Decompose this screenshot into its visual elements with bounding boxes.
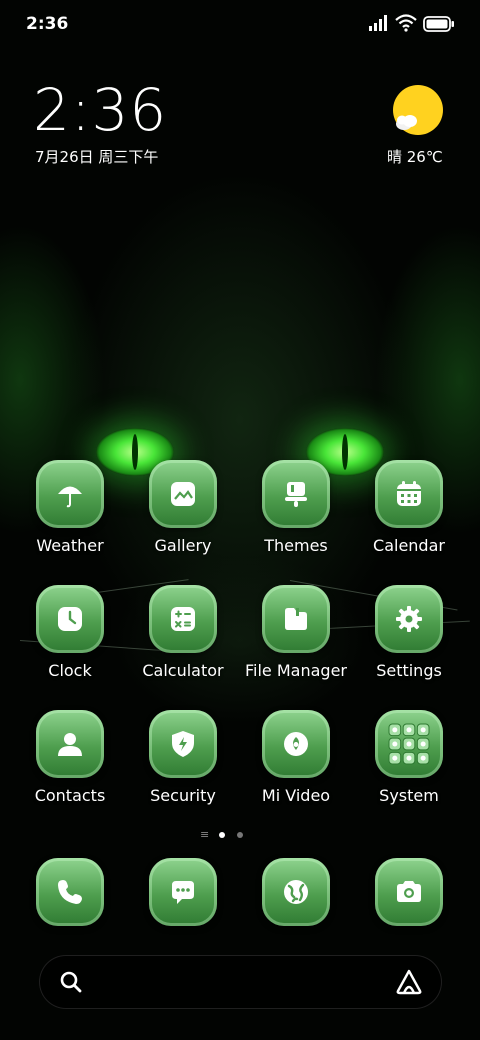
page-indicator[interactable]: ≡ <box>200 828 280 842</box>
app-label: Settings <box>376 661 442 680</box>
dock-phone[interactable] <box>14 858 126 968</box>
app-contacts[interactable]: Contacts <box>14 710 126 820</box>
clock-icon <box>58 607 82 631</box>
page-dot-active[interactable] <box>219 832 225 838</box>
app-icon-settings[interactable] <box>375 585 443 653</box>
status-bar: 2:36 <box>0 0 480 50</box>
app-mi-video[interactable]: Mi Video <box>240 710 352 820</box>
person-icon <box>58 733 82 756</box>
app-icon-gallery[interactable] <box>149 460 217 528</box>
home-screen: 2:36 2:36 7月26日 周三下午 晴 26℃ Weather Galle… <box>0 0 480 1040</box>
app-icon-themes[interactable] <box>262 460 330 528</box>
calculator-icon <box>171 607 195 631</box>
app-icon-system-folder[interactable] <box>375 710 443 778</box>
page-list-icon: ≡ <box>200 828 210 841</box>
battery-icon <box>423 16 454 32</box>
umbrella-icon <box>58 486 82 508</box>
search-icon[interactable] <box>59 970 83 994</box>
app-file-manager[interactable]: File Manager <box>240 585 352 695</box>
app-folder-system[interactable]: System <box>353 710 465 820</box>
sunny-icon <box>393 85 443 135</box>
message-icon <box>172 881 194 904</box>
brush-icon <box>285 482 307 507</box>
dock-messages[interactable] <box>127 858 239 968</box>
app-calendar[interactable]: Calendar <box>353 460 465 570</box>
shield-icon <box>172 731 194 757</box>
weather-condition-temp: 晴 26℃ <box>387 148 443 166</box>
assistant-icon[interactable] <box>395 968 423 996</box>
app-icon-camera[interactable] <box>375 858 443 926</box>
play-icon <box>284 732 308 756</box>
camera-icon <box>397 881 421 902</box>
app-icon-contacts[interactable] <box>36 710 104 778</box>
app-themes[interactable]: Themes <box>240 460 352 570</box>
status-time: 2:36 <box>26 14 69 34</box>
folder-grid-icon <box>388 723 430 765</box>
gear-icon <box>396 606 422 632</box>
image-icon <box>171 482 195 506</box>
app-icon-security[interactable] <box>149 710 217 778</box>
folder-icon <box>285 608 307 630</box>
clock-time: 2:36 <box>33 76 168 144</box>
phone-icon <box>58 880 82 904</box>
browser-icon <box>284 880 308 904</box>
dock-browser[interactable] <box>240 858 352 968</box>
page-dot[interactable] <box>237 832 243 838</box>
search-bar[interactable] <box>39 955 442 1009</box>
app-label: System <box>379 786 439 805</box>
app-settings[interactable]: Settings <box>353 585 465 695</box>
app-icon-mi-video[interactable] <box>262 710 330 778</box>
signal-icon <box>369 15 387 31</box>
app-clock[interactable]: Clock <box>14 585 126 695</box>
app-gallery[interactable]: Gallery <box>127 460 239 570</box>
app-icon-calculator[interactable] <box>149 585 217 653</box>
calendar-icon <box>397 481 421 506</box>
dock-camera[interactable] <box>353 858 465 968</box>
app-icon-clock[interactable] <box>36 585 104 653</box>
wifi-icon <box>395 14 417 32</box>
clock-date: 7月26日 周三下午 <box>35 148 159 166</box>
app-label: Calendar <box>373 536 445 555</box>
app-icon-browser[interactable] <box>262 858 330 926</box>
app-calculator[interactable]: Calculator <box>127 585 239 695</box>
app-icon-file-manager[interactable] <box>262 585 330 653</box>
app-icon-weather[interactable] <box>36 460 104 528</box>
app-icon-phone[interactable] <box>36 858 104 926</box>
app-weather[interactable]: Weather <box>14 460 126 570</box>
app-icon-messages[interactable] <box>149 858 217 926</box>
app-icon-calendar[interactable] <box>375 460 443 528</box>
app-security[interactable]: Security <box>127 710 239 820</box>
